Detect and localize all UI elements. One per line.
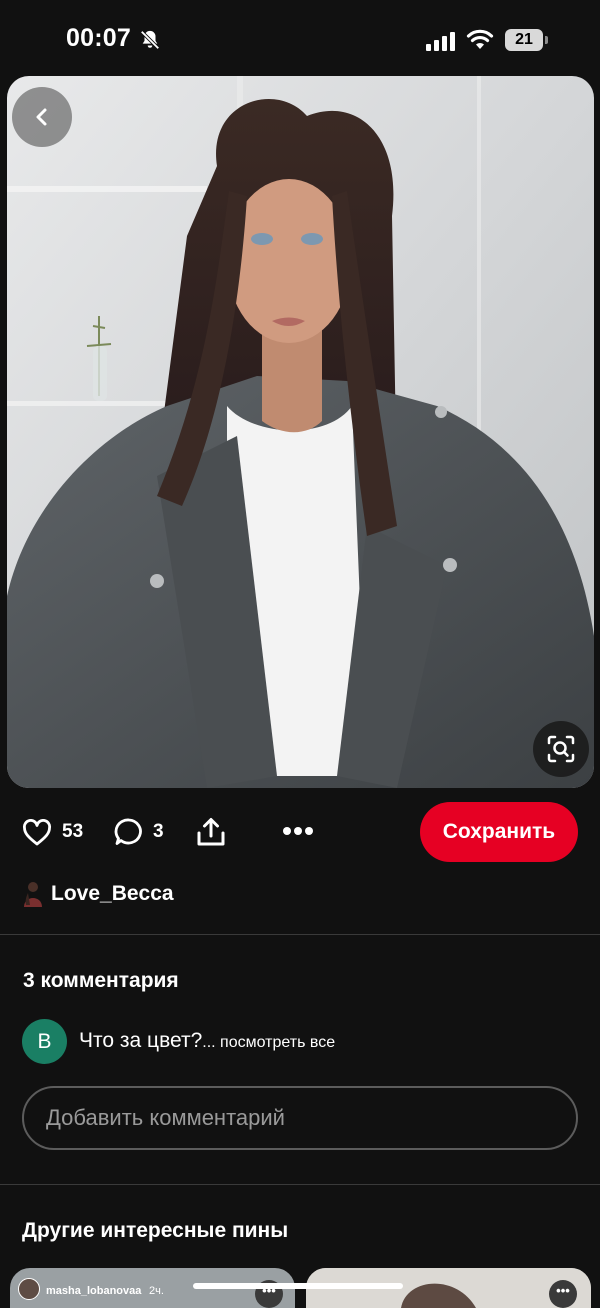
avatar [18, 1278, 40, 1300]
comment-item[interactable]: B Что за цвет?... посмотреть все [22, 1019, 582, 1065]
status-time: 00:07 [66, 24, 131, 52]
see-all-comments-link[interactable]: посмотреть все [216, 1034, 335, 1051]
bell-muted-icon [140, 30, 160, 50]
battery-level: 21 [505, 29, 543, 51]
save-button[interactable]: Сохранить [420, 802, 578, 862]
author-name[interactable]: Love_Becca [51, 882, 174, 906]
comment-count: 3 [153, 821, 164, 842]
section-divider [0, 1184, 600, 1185]
lens-search-icon [547, 735, 575, 763]
section-divider [0, 934, 600, 935]
author-avatar [24, 882, 42, 907]
comment-avatar[interactable]: B [22, 1019, 67, 1064]
pin-card-username: masha_lobanovaa [46, 1285, 142, 1297]
wifi-icon [466, 29, 494, 49]
signal-icon [426, 32, 455, 51]
action-row: 53 3 Сохранить [0, 800, 600, 864]
status-bar: 00:07 21 [0, 0, 600, 75]
more-pins-title: Другие интересные пины [22, 1219, 289, 1242]
comment-bubble-icon[interactable] [114, 817, 144, 847]
comments-title: 3 комментария [23, 969, 179, 992]
comment-ellipsis: ... [202, 1034, 216, 1051]
share-icon[interactable] [196, 816, 226, 848]
pin-card-time: 2ч. [149, 1285, 164, 1297]
home-indicator[interactable] [193, 1283, 403, 1289]
back-button[interactable] [12, 87, 72, 147]
author-row[interactable]: Love_Becca [22, 880, 422, 910]
comment-body: Что за цвет? [79, 1029, 203, 1052]
battery-icon: 21 [505, 29, 549, 51]
add-comment-input[interactable] [22, 1086, 578, 1150]
chevron-left-icon [36, 108, 47, 126]
pin-image[interactable] [7, 76, 594, 788]
more-icon[interactable] [282, 824, 314, 838]
heart-icon[interactable] [22, 819, 52, 847]
comment-text: Что за цвет?... посмотреть все [79, 1029, 335, 1053]
visual-search-button[interactable] [533, 721, 589, 777]
like-count: 53 [62, 821, 84, 842]
pin-photo [7, 76, 594, 788]
more-icon[interactable]: ••• [549, 1280, 577, 1308]
battery-cap [545, 36, 548, 44]
